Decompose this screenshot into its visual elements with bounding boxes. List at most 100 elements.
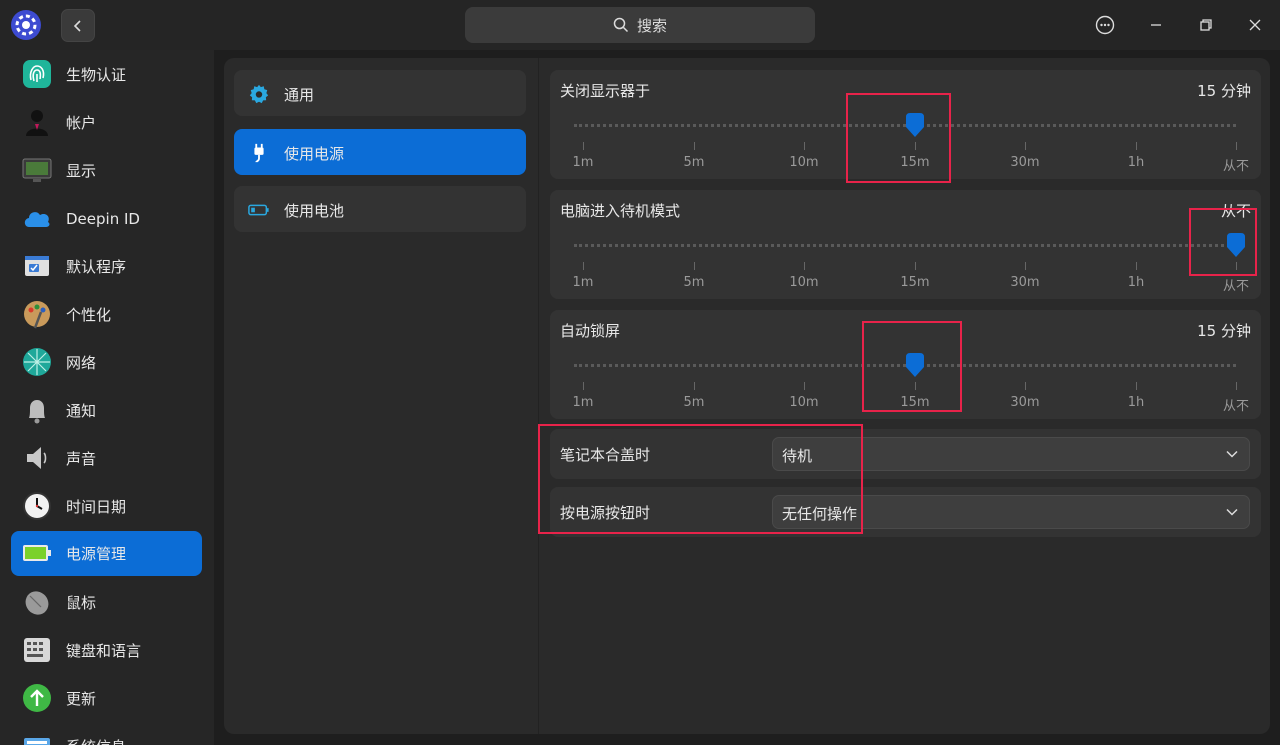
slider-tick-label: 5m	[683, 155, 705, 170]
sidebar-item-network[interactable]: 网络	[11, 340, 202, 385]
search-input[interactable]: 搜索	[465, 7, 815, 43]
power-subnav-panel: 通用 使用电源 使用电池	[224, 58, 538, 734]
sidebar-item-sound[interactable]: 声音	[11, 436, 202, 481]
clock-icon	[23, 492, 51, 520]
slider-tick	[1236, 142, 1237, 150]
slider-tick	[1136, 382, 1137, 390]
search-placeholder: 搜索	[636, 16, 667, 35]
sidebar-item-label: 帐户	[66, 114, 97, 132]
slider-tick	[583, 382, 584, 390]
palette-icon	[24, 301, 50, 329]
mouse-icon	[25, 591, 49, 615]
subnav-item-on-battery[interactable]: 使用电池	[234, 186, 526, 232]
subnav-label: 通用	[284, 86, 315, 104]
slider-tick-label: 从不	[1222, 279, 1250, 294]
network-icon	[23, 348, 51, 376]
sidebar-item-label: 系统信息	[66, 736, 126, 745]
sidebar-item-power[interactable]: 电源管理	[11, 531, 202, 576]
slider-tick	[1136, 262, 1137, 270]
battery-icon	[23, 545, 51, 561]
slider-tick-label: 1m	[572, 395, 594, 410]
slider-tick-label: 1m	[572, 275, 594, 290]
sidebar: 生物认证 帐户 显示 Deepin ID 默认程序 个性化 网络 通知 声音 时…	[0, 50, 214, 745]
sidebar-item-deepin-id[interactable]: Deepin ID	[11, 196, 202, 241]
back-button[interactable]	[61, 9, 95, 42]
sidebar-item-label: 显示	[66, 162, 97, 180]
sidebar-item-default-apps[interactable]: 默认程序	[11, 244, 202, 289]
slider-tick-label: 30m	[1010, 275, 1040, 290]
setting-value: 15 分钟	[1197, 322, 1251, 340]
slider-tick	[583, 142, 584, 150]
sidebar-item-notifications[interactable]: 通知	[11, 388, 202, 433]
subnav-item-general[interactable]: 通用	[234, 70, 526, 116]
slider-track[interactable]	[574, 244, 1236, 247]
title-bar: 搜索	[0, 0, 1280, 50]
sidebar-item-biometric[interactable]: 生物认证	[11, 52, 202, 97]
plug-icon	[254, 143, 264, 163]
bell-icon	[29, 400, 45, 424]
sidebar-item-datetime[interactable]: 时间日期	[11, 484, 202, 529]
close-button[interactable]	[1240, 10, 1270, 40]
chevron-down-icon	[1226, 450, 1238, 458]
sidebar-item-label: 鼠标	[66, 594, 97, 612]
subnav-item-on-power[interactable]: 使用电源	[234, 129, 526, 175]
sidebar-item-label: 声音	[66, 450, 97, 468]
slider-tick	[583, 262, 584, 270]
setting-value: 15 分钟	[1197, 82, 1251, 100]
speaker-icon	[27, 447, 47, 469]
chevron-left-icon	[73, 19, 81, 32]
slider-tick-label: 1h	[1127, 155, 1145, 170]
sidebar-item-keyboard[interactable]: 键盘和语言	[11, 628, 202, 673]
slider-tick	[804, 142, 805, 150]
slider-tick	[1025, 142, 1026, 150]
minimize-icon	[1151, 24, 1161, 26]
fingerprint-icon	[23, 60, 51, 88]
suspend-setting: 电脑进入待机模式 从不 1m 5m 10m 15m 30m 1h 从不	[550, 190, 1261, 299]
sidebar-item-system-info[interactable]: 系统信息	[11, 724, 202, 745]
setting-title: 自动锁屏	[560, 322, 621, 340]
sidebar-item-mouse[interactable]: 鼠标	[11, 580, 202, 625]
sidebar-item-accounts[interactable]: 帐户	[11, 100, 202, 145]
search-icon	[613, 17, 629, 33]
slider-tick-label: 10m	[789, 155, 819, 170]
default-apps-icon	[25, 256, 49, 276]
control-center-logo-icon	[11, 10, 41, 40]
sidebar-item-display[interactable]: 显示	[11, 148, 202, 193]
gear-icon	[249, 84, 269, 104]
keyboard-icon	[24, 638, 50, 662]
slider-tick-label: 10m	[789, 395, 819, 410]
slider-tick	[804, 382, 805, 390]
sidebar-item-label: 生物认证	[66, 66, 127, 84]
sidebar-item-label: 键盘和语言	[66, 642, 142, 660]
slider-tick-label: 1h	[1127, 395, 1145, 410]
slider-tick-label: 从不	[1222, 159, 1250, 174]
battery-icon	[248, 204, 269, 216]
menu-button[interactable]	[1090, 10, 1120, 40]
slider-tick	[694, 142, 695, 150]
slider-tick	[1025, 262, 1026, 270]
sidebar-item-label: 默认程序	[66, 258, 127, 276]
sidebar-item-personalization[interactable]: 个性化	[11, 292, 202, 337]
minimize-button[interactable]	[1141, 10, 1171, 40]
slider-tick-label: 5m	[683, 395, 705, 410]
slider-tick	[694, 262, 695, 270]
slider-tick-label: 30m	[1010, 155, 1040, 170]
setting-title: 电脑进入待机模式	[560, 202, 681, 220]
subnav-label: 使用电池	[284, 202, 345, 220]
slider-tick-label: 10m	[789, 275, 819, 290]
sidebar-item-update[interactable]: 更新	[11, 676, 202, 721]
slider-tick	[1136, 142, 1137, 150]
slider-tick	[804, 262, 805, 270]
annotation-box	[538, 424, 863, 534]
sidebar-item-label: 个性化	[66, 306, 112, 324]
setting-title: 关闭显示器于	[560, 82, 651, 100]
display-icon	[22, 158, 52, 182]
slider-tick	[1236, 382, 1237, 390]
annotation-box	[846, 93, 951, 183]
restore-icon	[1200, 19, 1212, 31]
maximize-button[interactable]	[1191, 10, 1221, 40]
annotation-box	[862, 321, 962, 412]
slider-tick-label: 5m	[683, 275, 705, 290]
account-icon	[26, 110, 48, 136]
sidebar-item-label: 网络	[66, 354, 97, 372]
